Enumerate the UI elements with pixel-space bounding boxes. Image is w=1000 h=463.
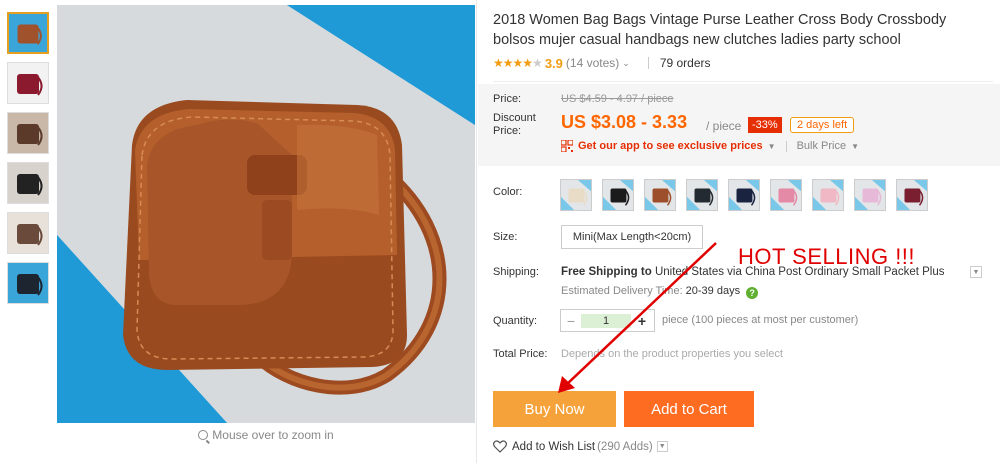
app-promo-row: Get our app to see exclusive prices ▼ Bu… <box>561 140 859 152</box>
per-piece-unit: / piece <box>706 119 742 133</box>
hot-selling-overlay: HOT SELLING !!! <box>738 244 916 269</box>
product-details: 2018 Women Bag Bags Vintage Purse Leathe… <box>493 10 993 82</box>
swatch-brown[interactable] <box>644 179 676 211</box>
divider <box>476 0 477 463</box>
rating-stars[interactable]: ★★★★★ <box>493 56 543 70</box>
add-to-wishlist-link[interactable]: Add to Wish List <box>512 441 595 453</box>
zoom-hint: Mouse over to zoom in <box>57 428 475 442</box>
discount-label: Discount <box>493 112 536 124</box>
thumbnail-image <box>8 213 48 253</box>
help-icon[interactable]: ? <box>746 287 759 299</box>
wishlist-count: (290 Adds) <box>597 440 653 453</box>
price-label: Price: <box>493 93 522 105</box>
quantity-decrease-button[interactable]: − <box>561 313 581 329</box>
shipping-label: Shipping: <box>493 266 539 278</box>
quantity-label: Quantity: <box>493 315 538 327</box>
color-label: Color: <box>493 186 523 198</box>
thumb-black-bag[interactable] <box>7 262 49 304</box>
thumb-brown-bag[interactable] <box>7 12 49 54</box>
total-price-label: Total Price: <box>493 348 548 360</box>
swatch-dark[interactable] <box>686 179 718 211</box>
brown-crossbody-bag-image <box>57 5 475 423</box>
swatch-navy[interactable] <box>728 179 760 211</box>
star-icon: ★ <box>493 56 504 70</box>
estimated-delivery-days: 20-39 days <box>685 285 741 297</box>
size-label: Size: <box>493 231 518 243</box>
swatch-beige[interactable] <box>560 179 592 211</box>
swatch-image <box>687 180 717 210</box>
discount-price: US $3.08 - 3.33 <box>561 112 688 132</box>
chevron-down-icon[interactable]: ▼ <box>851 142 859 151</box>
star-icon: ★ <box>502 56 514 70</box>
chevron-down-icon[interactable]: ⌄ <box>622 58 630 69</box>
thumbnail-image <box>8 163 48 203</box>
add-to-cart-button[interactable]: Add to Cart <box>624 391 754 427</box>
chevron-down-icon[interactable]: ▼ <box>768 142 776 151</box>
separator <box>647 57 649 69</box>
free-shipping-text: Free Shipping to <box>561 266 652 278</box>
discount-price-label: Price: <box>493 125 522 137</box>
magnifier-icon <box>198 430 209 440</box>
star-icon: ★ <box>512 56 524 70</box>
quantity-increase-button[interactable]: + <box>631 313 653 329</box>
swatch-image <box>645 180 675 210</box>
get-app-link[interactable]: Get our app to see exclusive prices <box>578 140 763 152</box>
orders-count: 79 orders <box>659 56 711 70</box>
thumb-lifestyle-3[interactable] <box>7 212 49 254</box>
product-title: 2018 Women Bag Bags Vintage Purse Leathe… <box>493 12 947 48</box>
swatch-image <box>603 180 633 210</box>
days-left-badge: 2 days left <box>790 117 855 133</box>
discount-badge: -33% <box>748 117 782 133</box>
swatch-lavender[interactable] <box>854 179 886 211</box>
chevron-down-icon[interactable]: ▼ <box>656 441 668 452</box>
thumb-lifestyle-1[interactable] <box>7 112 49 154</box>
quantity-note: piece (100 pieces at most per customer) <box>662 314 859 326</box>
swatch-light-pink[interactable] <box>812 179 844 211</box>
buy-now-button[interactable]: Buy Now <box>493 391 616 427</box>
swatch-wine[interactable] <box>896 179 928 211</box>
thumbnail-image <box>8 263 48 303</box>
votes-count[interactable]: (14 votes) <box>566 56 619 70</box>
rating-value: 3.9 <box>544 55 563 71</box>
quantity-stepper: − 1 + <box>560 309 655 332</box>
bulk-price-link[interactable]: Bulk Price <box>797 140 847 152</box>
chevron-down-icon[interactable]: ▼ <box>970 266 982 278</box>
swatch-image <box>897 180 927 210</box>
heart-icon <box>493 440 507 453</box>
thumbnail-image <box>8 113 48 153</box>
swatch-image <box>771 180 801 210</box>
qr-code-icon <box>561 140 573 152</box>
thumbnail-list <box>7 12 49 312</box>
thumbnail-image <box>8 63 48 103</box>
thumbnail-image <box>9 14 47 52</box>
rating-row: ★★★★★ 3.9 (14 votes) ⌄ 79 orders <box>493 55 993 71</box>
quantity-input[interactable]: 1 <box>581 313 631 328</box>
swatch-image <box>729 180 759 210</box>
estimated-delivery-label: Estimated Delivery Time: <box>561 285 683 297</box>
swatch-image <box>855 180 885 210</box>
thumb-lifestyle-2[interactable] <box>7 162 49 204</box>
total-price-note: Depends on the product properties you se… <box>561 348 783 360</box>
swatch-pink[interactable] <box>770 179 802 211</box>
swatch-image <box>561 180 591 210</box>
zoom-hint-text: Mouse over to zoom in <box>212 428 334 442</box>
original-price: US $4.59 - 4.97 / piece <box>561 93 674 105</box>
color-swatches <box>560 179 938 211</box>
star-icon: ★ <box>522 56 533 70</box>
separator <box>785 140 787 152</box>
estimated-delivery: Estimated Delivery Time: 20-39 days ? <box>561 285 759 299</box>
swatch-image <box>813 180 843 210</box>
size-option-mini[interactable]: Mini(Max Length<20cm) <box>561 225 703 249</box>
main-product-image[interactable] <box>57 5 475 423</box>
divider <box>493 81 993 82</box>
swatch-black[interactable] <box>602 179 634 211</box>
star-icon: ★ <box>532 56 543 70</box>
thumb-burgundy-set[interactable] <box>7 62 49 104</box>
wishlist-row[interactable]: Add to Wish List (290 Adds) ▼ <box>493 440 668 453</box>
